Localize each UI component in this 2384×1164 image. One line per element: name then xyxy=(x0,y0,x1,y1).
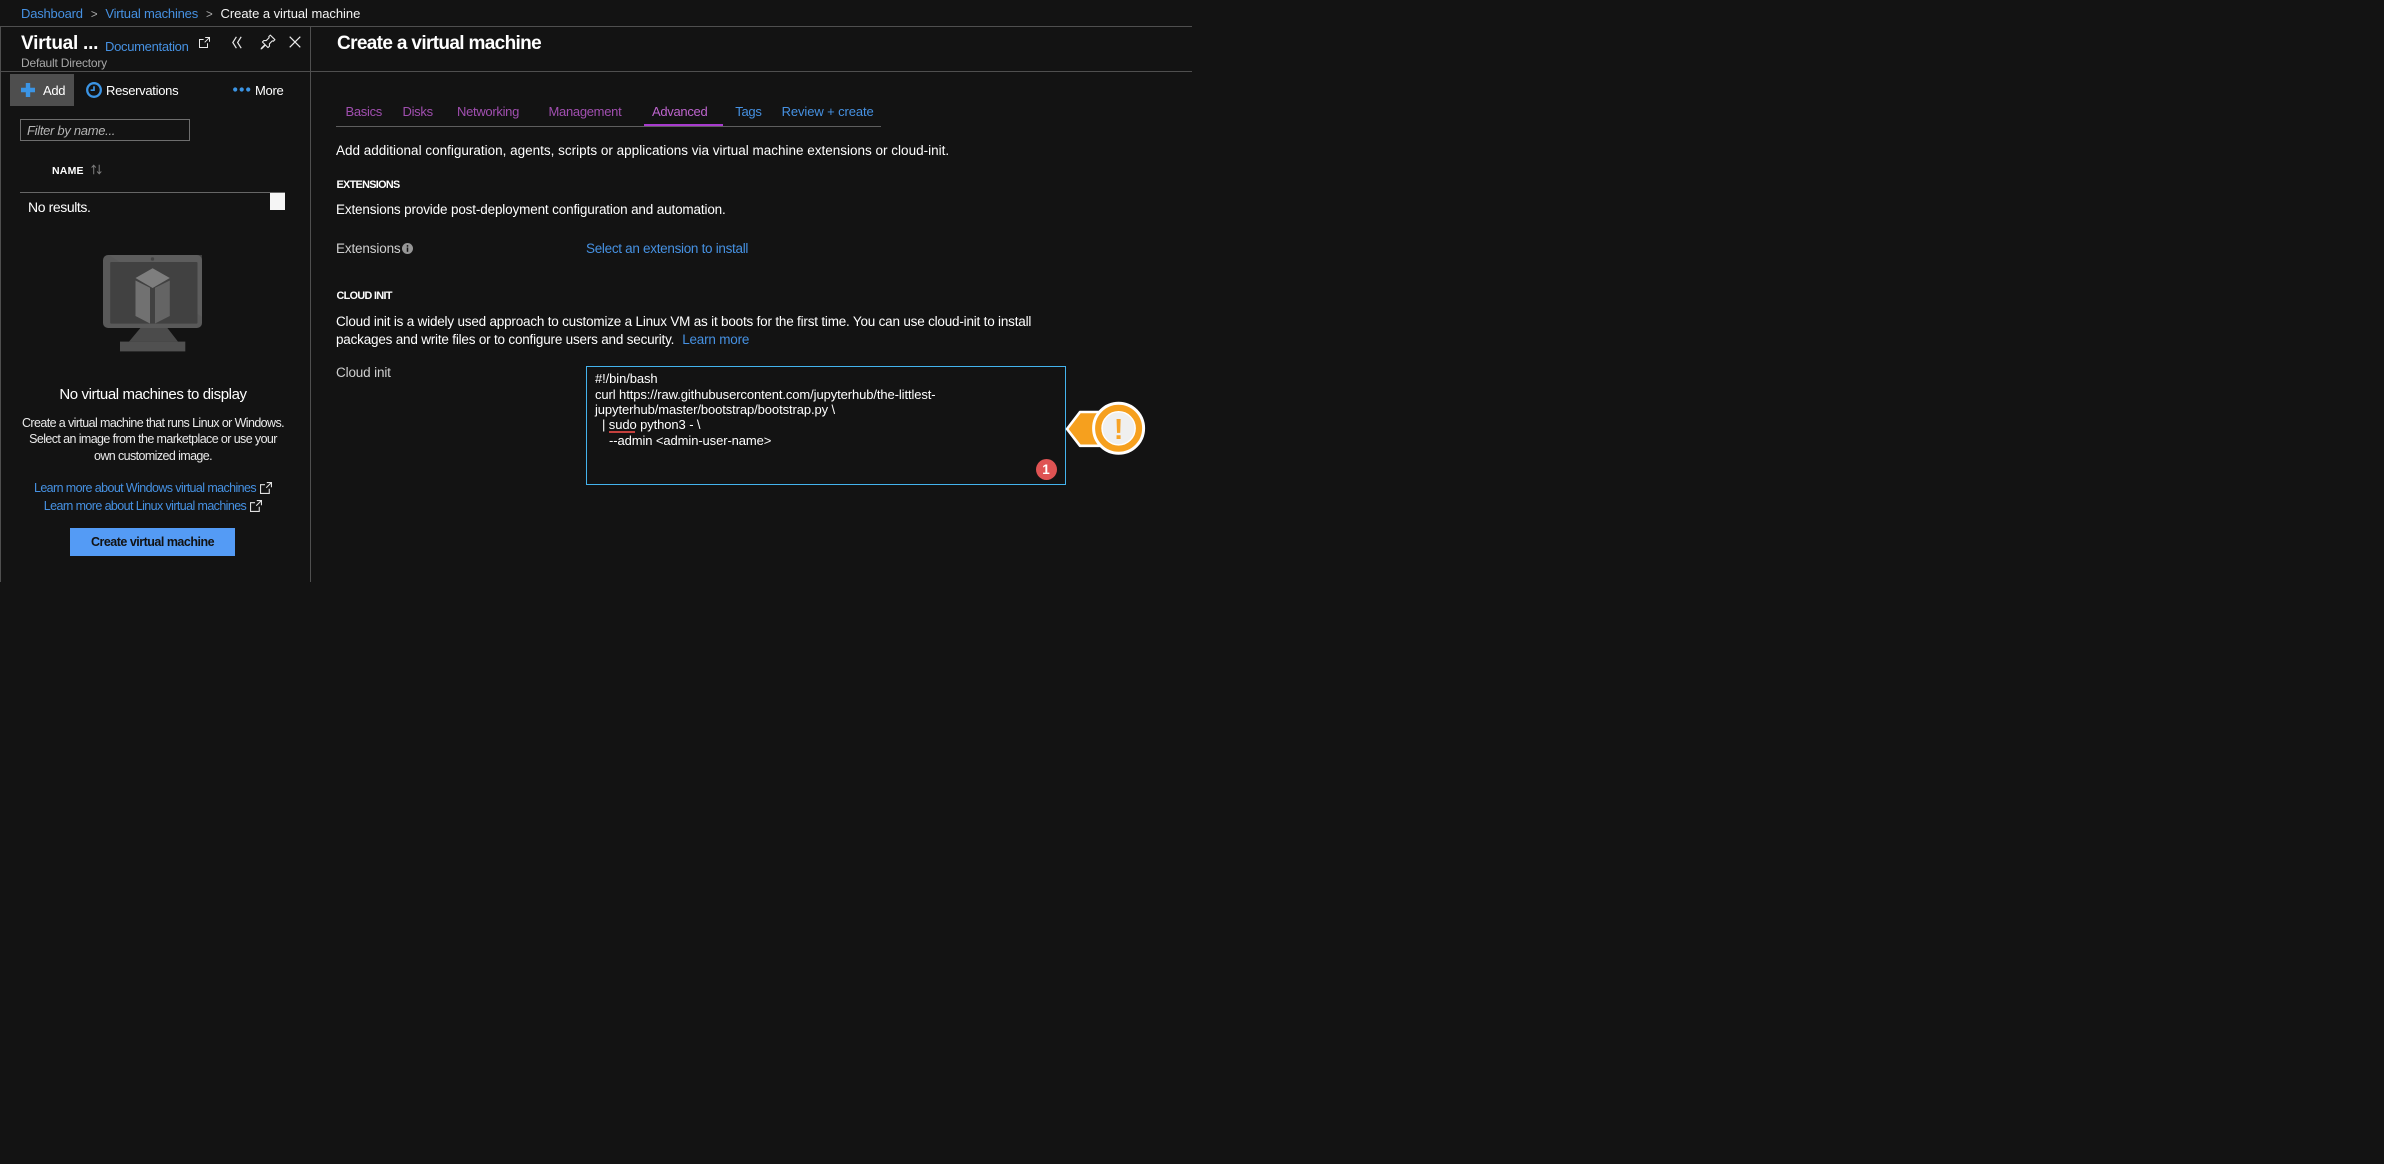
svg-text:!: ! xyxy=(1114,414,1124,446)
